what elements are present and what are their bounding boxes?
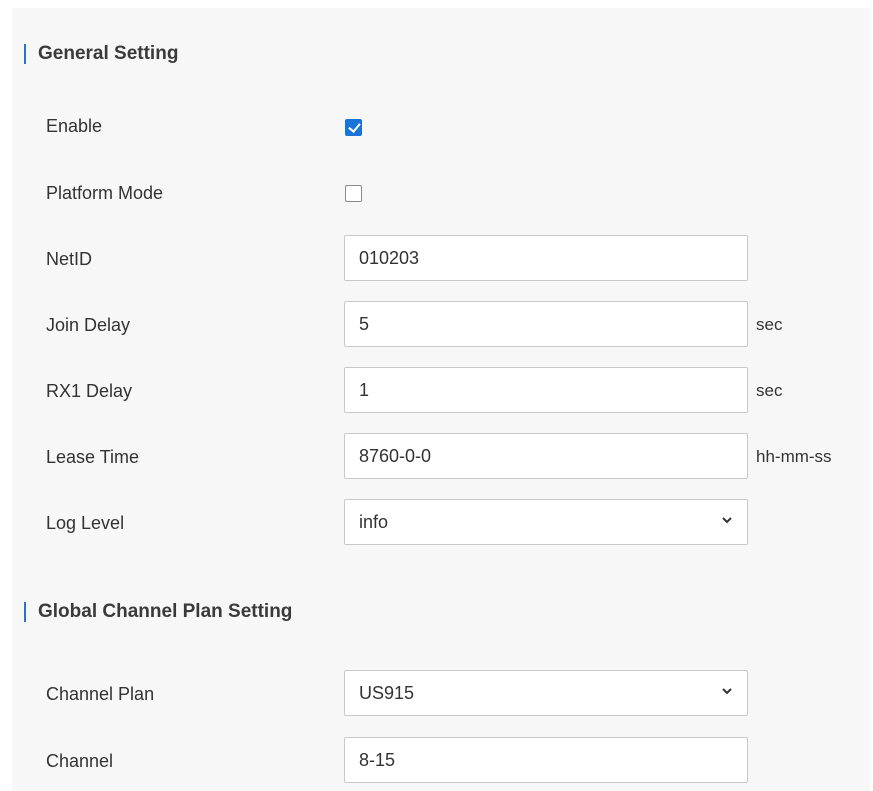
channel-plan-value: US915 — [359, 683, 415, 703]
rx1-delay-input[interactable]: 1 — [344, 367, 748, 413]
join-delay-label: Join Delay — [46, 315, 131, 335]
lease-time-unit: hh-mm-ss — [756, 447, 832, 466]
channel-label: Channel — [46, 751, 114, 771]
global-channel-plan-heading: Global Channel Plan Setting — [24, 601, 292, 623]
chevron-down-icon — [722, 517, 732, 524]
lease-time-value: 8760-0-0 — [359, 446, 432, 466]
chevron-down-icon — [722, 688, 732, 695]
channel-plan-label: Channel Plan — [46, 684, 155, 704]
lease-time-label: Lease Time — [46, 447, 140, 467]
log-level-label: Log Level — [46, 513, 125, 533]
log-level-value: info — [359, 512, 389, 532]
channel-input[interactable]: 8-15 — [344, 737, 748, 783]
platform-mode-label: Platform Mode — [46, 183, 164, 203]
join-delay-unit: sec — [756, 315, 783, 334]
netid-input[interactable]: 010203 — [344, 235, 748, 281]
join-delay-input[interactable]: 5 — [344, 301, 748, 347]
lease-time-input[interactable]: 8760-0-0 — [344, 433, 748, 479]
enable-checkbox[interactable] — [345, 119, 362, 136]
rx1-delay-value: 1 — [359, 380, 370, 400]
platform-mode-checkbox[interactable] — [345, 185, 362, 202]
channel-value: 8-15 — [359, 750, 396, 770]
channel-plan-select[interactable]: US915 — [344, 670, 748, 716]
join-delay-value: 5 — [359, 314, 370, 334]
enable-label: Enable — [46, 116, 103, 136]
general-setting-heading: General Setting — [24, 43, 178, 65]
log-level-select[interactable]: info — [344, 499, 748, 545]
netid-label: NetID — [46, 249, 93, 269]
netid-value: 010203 — [359, 248, 420, 268]
rx1-delay-label: RX1 Delay — [46, 381, 133, 401]
checkmark-icon — [348, 120, 361, 133]
rx1-delay-unit: sec — [756, 381, 783, 400]
